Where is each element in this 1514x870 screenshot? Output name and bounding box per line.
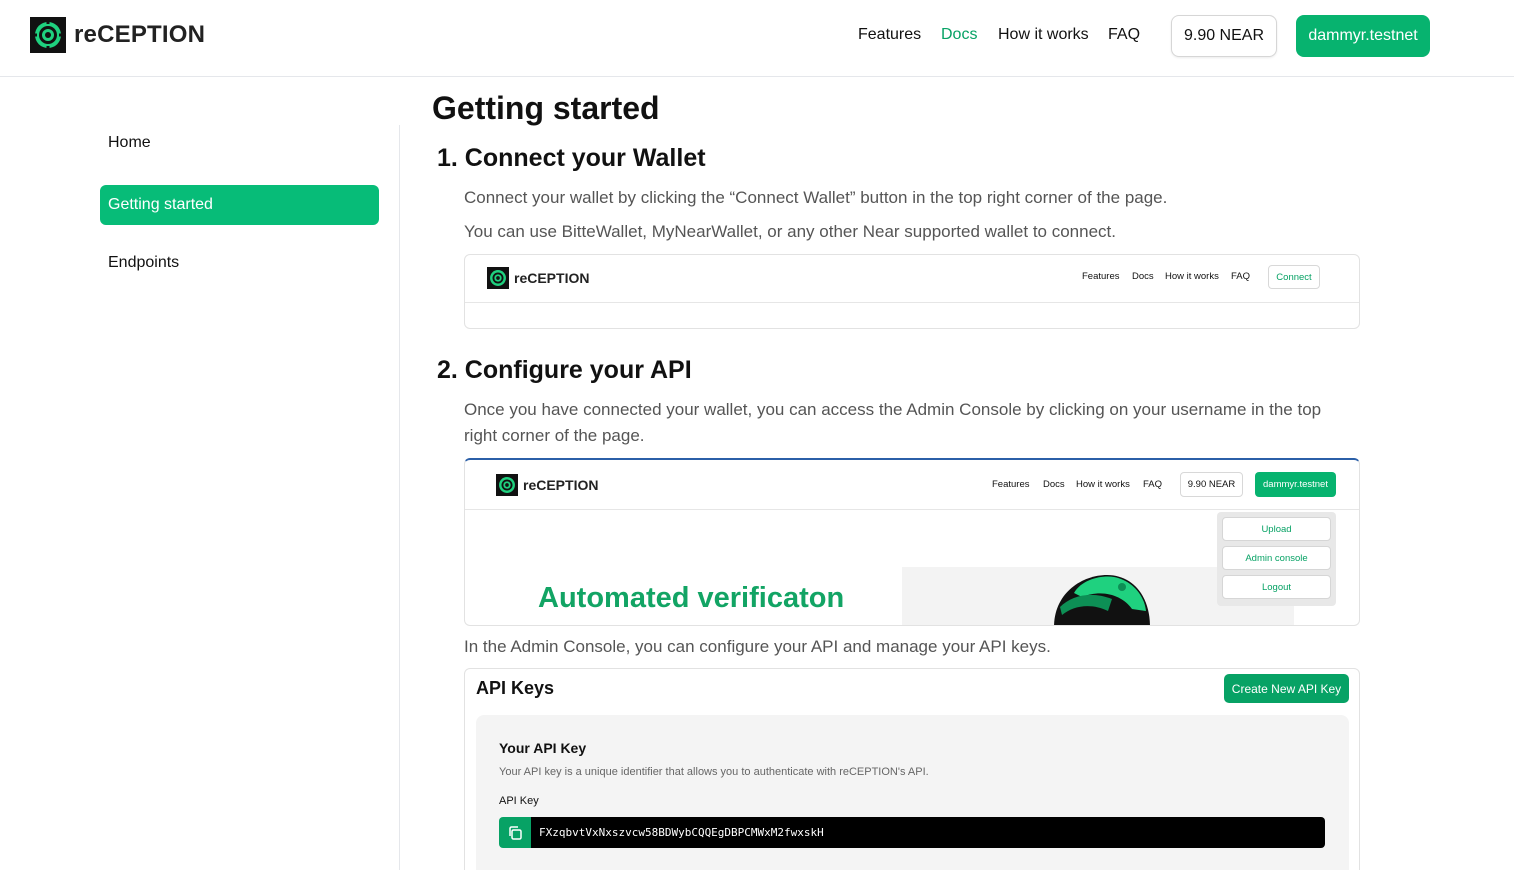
reception-logo-icon [30,17,66,53]
create-api-key-button[interactable]: Create New API Key [1224,674,1349,703]
preview-hero-headline: Automated verificaton [538,582,845,614]
sidebar-item-label: Home [108,134,151,151]
copy-icon [509,825,522,840]
your-api-key-panel: Your API Key Your API key is a unique id… [476,715,1349,870]
preview-menu-admin-console: Admin console [1222,546,1331,570]
api-key-label: API Key [499,795,539,807]
sidebar-item-label: Endpoints [108,254,180,271]
preview-nav-features: Features [992,479,1030,490]
nav-faq-link[interactable]: FAQ [1108,26,1140,44]
brand-logo-link[interactable]: reCEPTION [30,17,205,53]
preview-menu-upload: Upload [1222,517,1331,541]
preview-brand: reCEPTION [487,267,589,289]
sidebar-item-endpoints[interactable]: Endpoints [100,243,379,283]
step2-paragraph-1-line-1: Once you have connected your wallet, you… [464,400,1322,419]
preview-account-button: dammyr.testnet [1255,472,1336,497]
docs-sidebar: Home Getting started Endpoints [0,77,400,870]
reception-logo-icon [496,474,518,496]
connect-wallet-preview-image: reCEPTION Features Docs How it works FAQ… [464,254,1360,329]
top-navbar: reCEPTION Features Docs How it works FAQ… [0,0,1514,77]
preview-nav-how-it-works: How it works [1076,479,1130,490]
step1-heading: 1. Connect your Wallet [437,144,706,172]
preview-nav-how-it-works: How it works [1165,271,1219,282]
preview-brand-name: reCEPTION [523,477,599,493]
mascot-cap-icon [1054,575,1150,625]
page-title: Getting started [432,90,660,126]
brand-name: reCEPTION [74,21,206,48]
preview-nav-docs: Docs [1132,271,1154,282]
preview-brand-name: reCEPTION [514,270,590,286]
nav-how-it-works-link[interactable]: How it works [998,26,1089,44]
step2-paragraph-1-line-2: right corner of the page. [464,426,645,445]
reception-logo-icon [487,267,509,289]
admin-console-preview-image: reCEPTION Features Docs How it works FAQ… [464,458,1360,626]
preview-nav-faq: FAQ [1143,479,1163,490]
preview-connect-button: Connect [1268,265,1320,289]
step1-paragraph-1: Connect your wallet by clicking the “Con… [464,188,1168,207]
preview-nav-faq: FAQ [1231,271,1251,282]
step1-paragraph-2: You can use BitteWallet, MyNearWallet, o… [464,222,1116,241]
sidebar-item-getting-started[interactable]: Getting started [100,185,379,225]
preview-menu-logout: Logout [1222,575,1331,599]
preview-nav-docs: Docs [1043,479,1065,490]
your-api-key-description: Your API key is a unique identifier that… [499,766,929,778]
nav-features-link[interactable]: Features [858,26,921,44]
api-keys-title: API Keys [476,678,555,698]
preview-brand: reCEPTION [496,474,598,496]
step2-heading: 2. Configure your API [437,356,692,384]
sidebar-item-home[interactable]: Home [100,123,379,163]
api-key-value-field[interactable]: FXzqbvtVxNxszvcw58BDWybCQQEgDBPCMWxM2fwx… [531,817,1325,848]
near-balance-button[interactable]: 9.90 NEAR [1171,15,1277,57]
preview-balance-button: 9.90 NEAR [1180,472,1243,497]
preview-nav-features: Features [1082,271,1120,282]
preview-account-dropdown: Upload Admin console Logout [1217,512,1336,606]
account-menu-button[interactable]: dammyr.testnet [1296,15,1430,57]
api-keys-card: API Keys Create New API Key Your API Key… [464,668,1360,870]
your-api-key-title: Your API Key [499,740,587,756]
preview-navbar: reCEPTION Features Docs How it works FAQ… [465,460,1359,510]
preview-navbar: reCEPTION Features Docs How it works FAQ… [465,255,1359,303]
copy-api-key-button[interactable] [499,817,531,848]
nav-docs-link[interactable]: Docs [941,26,977,44]
api-key-row: FXzqbvtVxNxszvcw58BDWybCQQEgDBPCMWxM2fwx… [499,817,1325,848]
step2-paragraph-2: In the Admin Console, you can configure … [464,637,1051,656]
sidebar-item-label: Getting started [108,196,213,213]
sidebar-divider [399,125,400,870]
